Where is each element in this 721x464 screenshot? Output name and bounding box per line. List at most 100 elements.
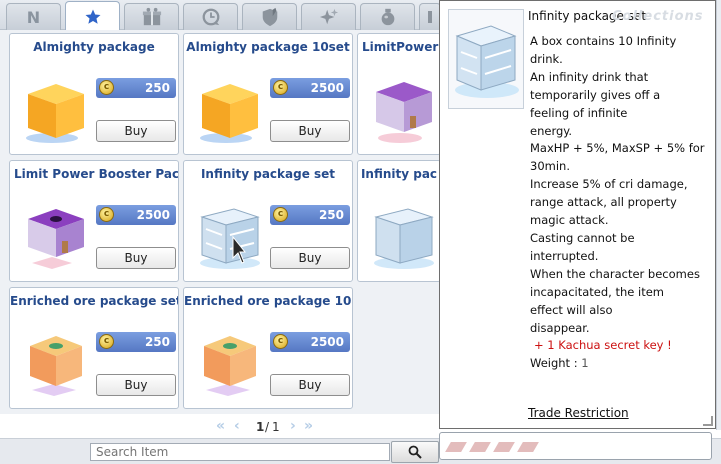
trade-restriction-link[interactable]: Trade Restriction — [528, 406, 629, 420]
tooltip-description: A box contains 10 Infinity drink. An inf… — [530, 33, 712, 373]
tab-gifts[interactable] — [124, 3, 179, 30]
infinity-crate-icon — [200, 208, 260, 269]
coin-icon: c — [99, 207, 114, 222]
price-bar: c 2500 — [270, 78, 350, 98]
bonus-line: + 1 Kachua secret key ! — [534, 338, 672, 353]
tab-favorites[interactable] — [65, 1, 120, 31]
item-name: Enriched ore package 10 set — [184, 294, 352, 308]
item-name: Enriched ore package set — [10, 294, 178, 308]
description-line: Increase 5% of cri damage, — [530, 177, 688, 192]
tab-more[interactable] — [419, 3, 441, 30]
purple-package-icon — [28, 209, 84, 269]
tile-icon — [445, 442, 467, 452]
first-page-icon[interactable]: « — [216, 418, 225, 434]
item-price: 2500 — [310, 335, 344, 349]
buy-button[interactable]: Buy — [270, 120, 350, 142]
item-name: Infinity package set — [200, 167, 336, 181]
description-line: incapacitated, the item — [530, 284, 664, 299]
item-name: Almighty package — [33, 40, 155, 54]
tile-icon — [493, 442, 515, 452]
tile-icon — [517, 442, 539, 452]
description-line: effect will also — [530, 302, 613, 317]
tab-equipment[interactable] — [242, 3, 297, 30]
search-button[interactable] — [391, 441, 439, 463]
partial-tab-icon — [428, 11, 432, 23]
description-line: magic attack. — [530, 213, 609, 228]
price-bar: c 250 — [96, 332, 176, 352]
next-page-icon[interactable]: › — [290, 418, 296, 434]
orange-package-icon — [200, 84, 258, 143]
resize-grip-icon[interactable] — [703, 416, 713, 426]
item-price: 250 — [144, 335, 170, 349]
description-line: temporarily gives off a — [530, 87, 661, 102]
tile-icon — [469, 442, 491, 452]
buy-button[interactable]: Buy — [96, 247, 176, 269]
clock-icon — [202, 8, 219, 26]
coin-icon: c — [273, 334, 288, 349]
preview-panel — [439, 432, 712, 460]
tab-consumables[interactable] — [360, 3, 415, 30]
tab-new[interactable]: N — [6, 3, 61, 30]
item-card[interactable]: Almighty package c 250 Buy — [9, 33, 179, 155]
ore-package-icon — [30, 336, 82, 396]
item-card[interactable]: LimitPowerBo — [357, 33, 441, 155]
buy-button[interactable]: Buy — [96, 120, 176, 142]
last-page-icon[interactable]: » — [304, 418, 313, 434]
current-page: 1 — [256, 420, 265, 434]
mouse-cursor-icon — [232, 236, 246, 264]
tab-effects[interactable] — [301, 3, 356, 30]
item-card[interactable]: Infinity pac — [357, 160, 441, 282]
description-line: disappear. — [530, 320, 590, 335]
tab-new-label: N — [26, 7, 41, 27]
item-card[interactable]: Limit Power Booster Packa... c 2500 Buy — [9, 160, 179, 282]
item-price: 250 — [318, 208, 344, 222]
weight-label: Weight : — [530, 356, 582, 371]
description-line: energy. — [530, 123, 573, 138]
infinity-crate-icon — [455, 25, 519, 98]
buy-button[interactable]: Buy — [270, 374, 350, 396]
item-card[interactable]: Enriched ore package 10 set c 2500 Buy — [183, 287, 353, 409]
price-bar: c 2500 — [270, 332, 350, 352]
search-icon — [408, 445, 422, 459]
star-icon — [85, 9, 100, 24]
shield-icon — [262, 7, 277, 27]
total-pages: 1 — [272, 420, 280, 434]
pagination: « ‹ 1 / 1 › » — [210, 418, 330, 436]
prev-page-icon[interactable]: ‹ — [234, 418, 240, 434]
window-edge — [716, 0, 721, 430]
item-price: 250 — [144, 81, 170, 95]
tooltip-item-image — [448, 9, 524, 109]
coin-icon: c — [273, 80, 288, 95]
tab-limited[interactable] — [183, 3, 238, 30]
description-line: A box contains 10 Infinity — [530, 34, 677, 48]
buy-button[interactable]: Buy — [96, 374, 176, 396]
buy-button[interactable]: Buy — [270, 247, 350, 269]
item-price: 2500 — [310, 81, 344, 95]
tooltip-watermark: Collections — [612, 9, 704, 24]
item-card[interactable]: Enriched ore package set c 250 Buy — [9, 287, 179, 409]
description-line: drink. — [530, 51, 563, 66]
sparkle-icon — [319, 8, 338, 25]
description-line: range attack, all property — [530, 195, 677, 210]
coin-icon: c — [99, 334, 114, 349]
ore-package-icon — [204, 336, 256, 396]
weight-value: 1 — [581, 356, 589, 371]
potion-icon — [381, 8, 394, 26]
search-input[interactable] — [90, 443, 390, 461]
description-line: When the character becomes — [530, 266, 700, 281]
description-line: interrupted. — [530, 248, 599, 263]
description-line: 30min. — [530, 159, 570, 174]
item-card[interactable]: Infinity package set c 250 Buy — [183, 160, 353, 282]
page-separator: / — [265, 420, 270, 434]
item-card[interactable]: Almighty package 10set c 2500 Buy — [183, 33, 353, 155]
price-bar: c 250 — [96, 78, 176, 98]
item-tooltip: Infinity package set Collections A box c… — [439, 0, 716, 429]
coin-icon: c — [99, 80, 114, 95]
description-line: feeling of infinite — [530, 105, 628, 120]
orange-package-icon — [26, 84, 84, 143]
description-line: An infinity drink that — [530, 69, 649, 84]
item-name: Infinity pac — [360, 167, 438, 181]
description-line: MaxHP + 5%, MaxSP + 5% for — [530, 141, 705, 156]
item-name: Limit Power Booster Packa... — [14, 167, 178, 181]
item-price: 2500 — [136, 208, 170, 222]
